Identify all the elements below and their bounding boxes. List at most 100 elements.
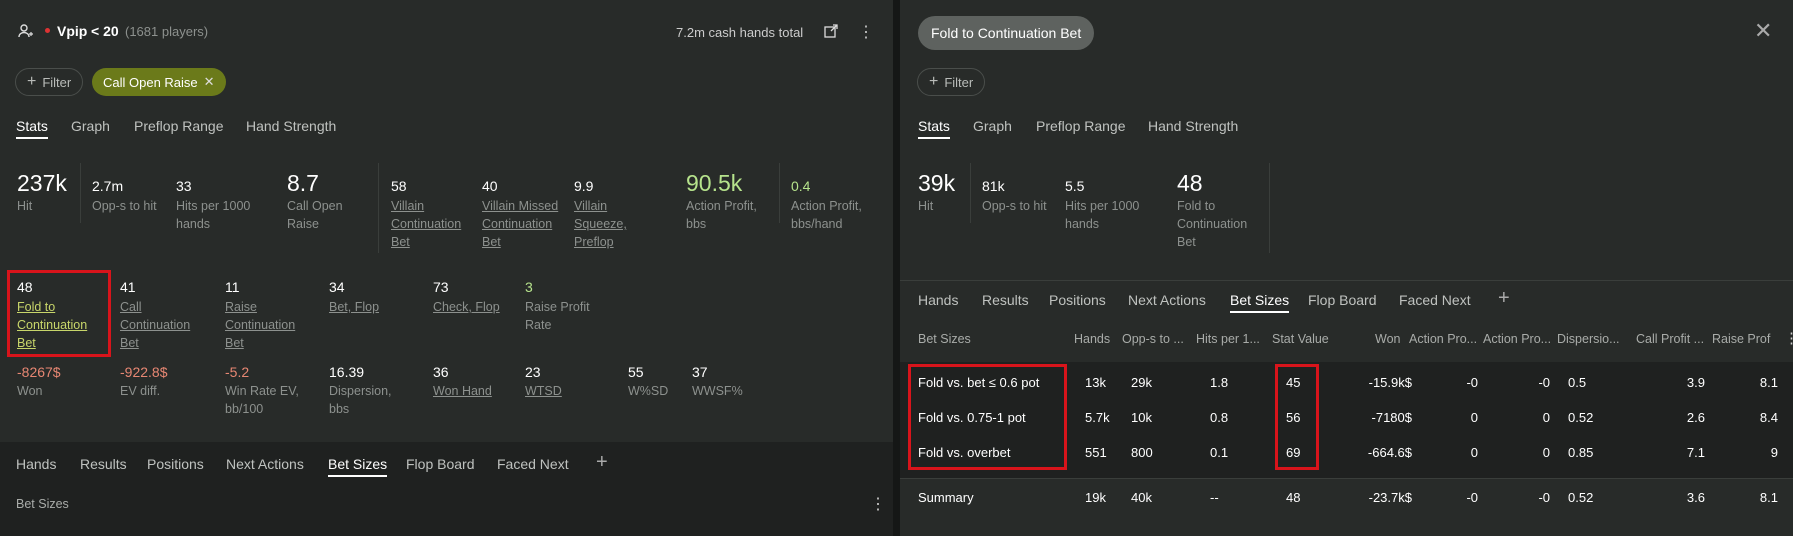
tab-stats[interactable]: Stats [918, 118, 950, 139]
plus-icon: + [929, 73, 939, 90]
header-filter-name[interactable]: Vpip [57, 23, 87, 39]
bottom-tab-hands[interactable]: Hands [918, 292, 958, 308]
column-header[interactable]: Stat Value [1272, 332, 1329, 346]
stat-value: 33 [176, 178, 192, 194]
bottom-tab-faced-next[interactable]: Faced Next [1399, 292, 1471, 308]
stat-link[interactable]: Villain Continuation Bet [391, 197, 476, 251]
user-icon [18, 23, 34, 39]
close-panel-icon[interactable]: ✕ [1754, 18, 1772, 44]
column-header[interactable]: Opp-s to ... [1122, 332, 1184, 346]
stat-value: 48 [1177, 170, 1203, 196]
tab-preflop-range[interactable]: Preflop Range [1036, 118, 1126, 134]
stat-link[interactable]: Call Continuation Bet [120, 298, 205, 352]
bottom-tab-bet-sizes[interactable]: Bet Sizes [1230, 292, 1290, 313]
stat-label: Action Profit, bbs/hand [791, 199, 862, 231]
bottom-tab-bet-sizes[interactable]: Bet Sizes [328, 456, 388, 477]
cell: 0.52 [1568, 410, 1594, 425]
tab-stats[interactable]: Stats [16, 118, 48, 139]
stat-value: 0.4 [791, 178, 811, 194]
column-header[interactable]: Bet Sizes [918, 332, 971, 346]
bottom-tab-flop-board[interactable]: Flop Board [1308, 292, 1376, 308]
tab-hand-strength[interactable]: Hand Strength [246, 118, 336, 134]
stat-value: 39k [918, 170, 956, 196]
column-header[interactable]: Call Profit ... [1636, 332, 1704, 346]
add-tab-icon[interactable]: + [1498, 287, 1510, 310]
stat-value: -8267$ [17, 364, 61, 380]
stat-value: -5.2 [225, 364, 250, 380]
stat-value: 34 [329, 279, 345, 295]
column-header[interactable]: Action Pro... [1409, 332, 1477, 346]
stat-link-fold-to-cbet[interactable]: Fold to Continuation Bet [17, 298, 105, 352]
stat-link[interactable]: Check, Flop [433, 298, 500, 316]
stat-value: 37 [692, 364, 708, 380]
export-icon[interactable] [824, 24, 838, 41]
stat-value: 90.5k [686, 170, 743, 196]
red-dot [45, 28, 50, 33]
cell: 0 [1470, 445, 1478, 460]
add-tab-icon[interactable]: + [596, 451, 608, 474]
cell: 48 [1286, 490, 1301, 505]
stat-link[interactable]: Won Hand [433, 382, 492, 400]
tab-hand-strength[interactable]: Hand Strength [1148, 118, 1238, 134]
cell: 0.85 [1568, 445, 1594, 460]
cell: 7.1 [1686, 445, 1705, 460]
cell: -7180$ [1371, 410, 1412, 425]
stat-label: WWSF% [692, 384, 743, 398]
bottom-tab-next-actions[interactable]: Next Actions [1128, 292, 1206, 308]
cell: -23.7k$ [1368, 490, 1412, 505]
cell: 2.6 [1686, 410, 1705, 425]
stat-value: 9.9 [574, 178, 594, 194]
bet-sizes-label: Bet Sizes [16, 497, 69, 511]
bottom-tab-flop-board[interactable]: Flop Board [406, 456, 474, 472]
bottom-tab-next-actions[interactable]: Next Actions [226, 456, 304, 472]
stat-link[interactable]: Villain Missed Continuation Bet [482, 197, 572, 251]
tab-graph[interactable]: Graph [71, 118, 110, 134]
bottom-tab-positions[interactable]: Positions [147, 456, 204, 472]
stat-value: 81k [982, 178, 1005, 194]
stat-value: 2.7m [92, 178, 124, 194]
summary-label: Summary [918, 490, 974, 505]
column-header[interactable]: Action Pro... [1483, 332, 1551, 346]
active-filter-chip[interactable]: Call Open Raise ✕ [92, 68, 226, 96]
stat-label: Fold to Continuation Bet [1177, 199, 1248, 249]
stat-value: 48 [17, 279, 33, 295]
more-vert-icon[interactable]: ⋮ [1784, 329, 1793, 347]
tab-preflop-range[interactable]: Preflop Range [134, 118, 224, 134]
stat-link[interactable]: Villain Squeeze, Preflop [574, 197, 644, 251]
close-icon[interactable]: ✕ [204, 74, 215, 90]
cell: 5.7k [1085, 410, 1110, 425]
more-vert-icon[interactable]: ⋮ [870, 494, 886, 514]
stat-value: 23 [525, 364, 541, 380]
stat-label: Hit [918, 199, 934, 213]
stat-value: 11 [225, 279, 240, 295]
cell: 8.1 [1759, 375, 1778, 390]
add-filter-button[interactable]: + Filter [15, 68, 84, 96]
stat-value: 5.5 [1065, 178, 1085, 194]
column-header[interactable]: Raise Prof [1712, 332, 1786, 346]
column-header[interactable]: Won [1375, 332, 1400, 346]
stat-label: Won [17, 384, 43, 398]
cell: -664.6$ [1367, 445, 1412, 460]
stat-link[interactable]: Raise Continuation Bet [225, 298, 310, 352]
column-header[interactable]: Dispersio... [1557, 332, 1620, 346]
bottom-tab-results[interactable]: Results [80, 456, 127, 472]
bottom-tab-positions[interactable]: Positions [1049, 292, 1106, 308]
left-panel: Vpip < 20 (1681 players) 7.2m cash hands… [0, 0, 893, 536]
stat-link[interactable]: Bet, Flop [329, 298, 379, 316]
column-header[interactable]: Hands [1074, 332, 1110, 346]
tab-graph[interactable]: Graph [973, 118, 1012, 134]
bottom-tab-faced-next[interactable]: Faced Next [497, 456, 569, 472]
stat-label: Opp-s to hit [92, 199, 157, 213]
more-vert-icon[interactable]: ⋮ [858, 22, 874, 42]
cell: 8.4 [1759, 410, 1778, 425]
cell: -0 [1538, 375, 1550, 390]
bottom-tab-results[interactable]: Results [982, 292, 1029, 308]
stat-label: W%SD [628, 384, 669, 398]
bottom-tab-hands[interactable]: Hands [16, 456, 56, 472]
cell: 0.8 [1210, 410, 1229, 425]
stat-link[interactable]: WTSD [525, 382, 562, 400]
stat-value: 36 [433, 364, 449, 380]
stat-value: 58 [391, 178, 407, 194]
add-filter-button[interactable]: + Filter [917, 68, 986, 96]
column-header[interactable]: Hits per 1... [1196, 332, 1260, 346]
